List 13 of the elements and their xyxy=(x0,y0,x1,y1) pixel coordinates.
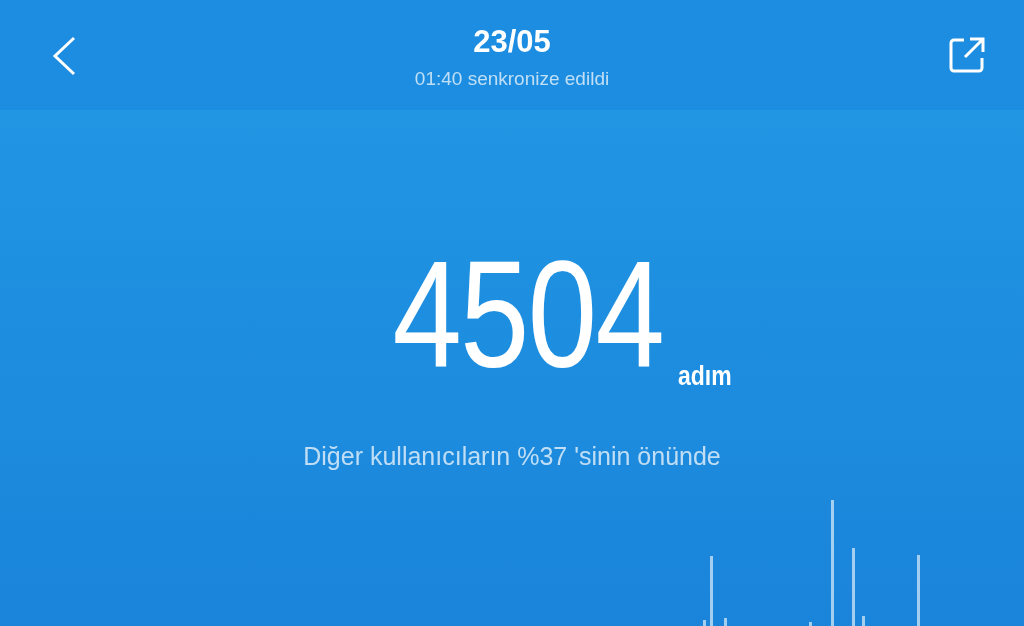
activity-bar xyxy=(724,618,727,626)
activity-bar xyxy=(710,556,713,626)
activity-bar xyxy=(917,555,920,626)
ranking-text: Diğer kullanıcıların %37 'sinin önünde xyxy=(302,442,722,471)
share-button[interactable] xyxy=(948,36,986,74)
back-button[interactable] xyxy=(52,36,76,76)
activity-bar xyxy=(862,616,865,626)
step-unit: adım xyxy=(677,361,732,392)
activity-bar xyxy=(809,622,812,626)
activity-bar xyxy=(703,620,706,626)
sync-time: 01:40 senkronize edildi xyxy=(414,68,610,90)
date-title: 23/05 xyxy=(473,24,551,60)
step-count: 4504 xyxy=(392,238,664,390)
